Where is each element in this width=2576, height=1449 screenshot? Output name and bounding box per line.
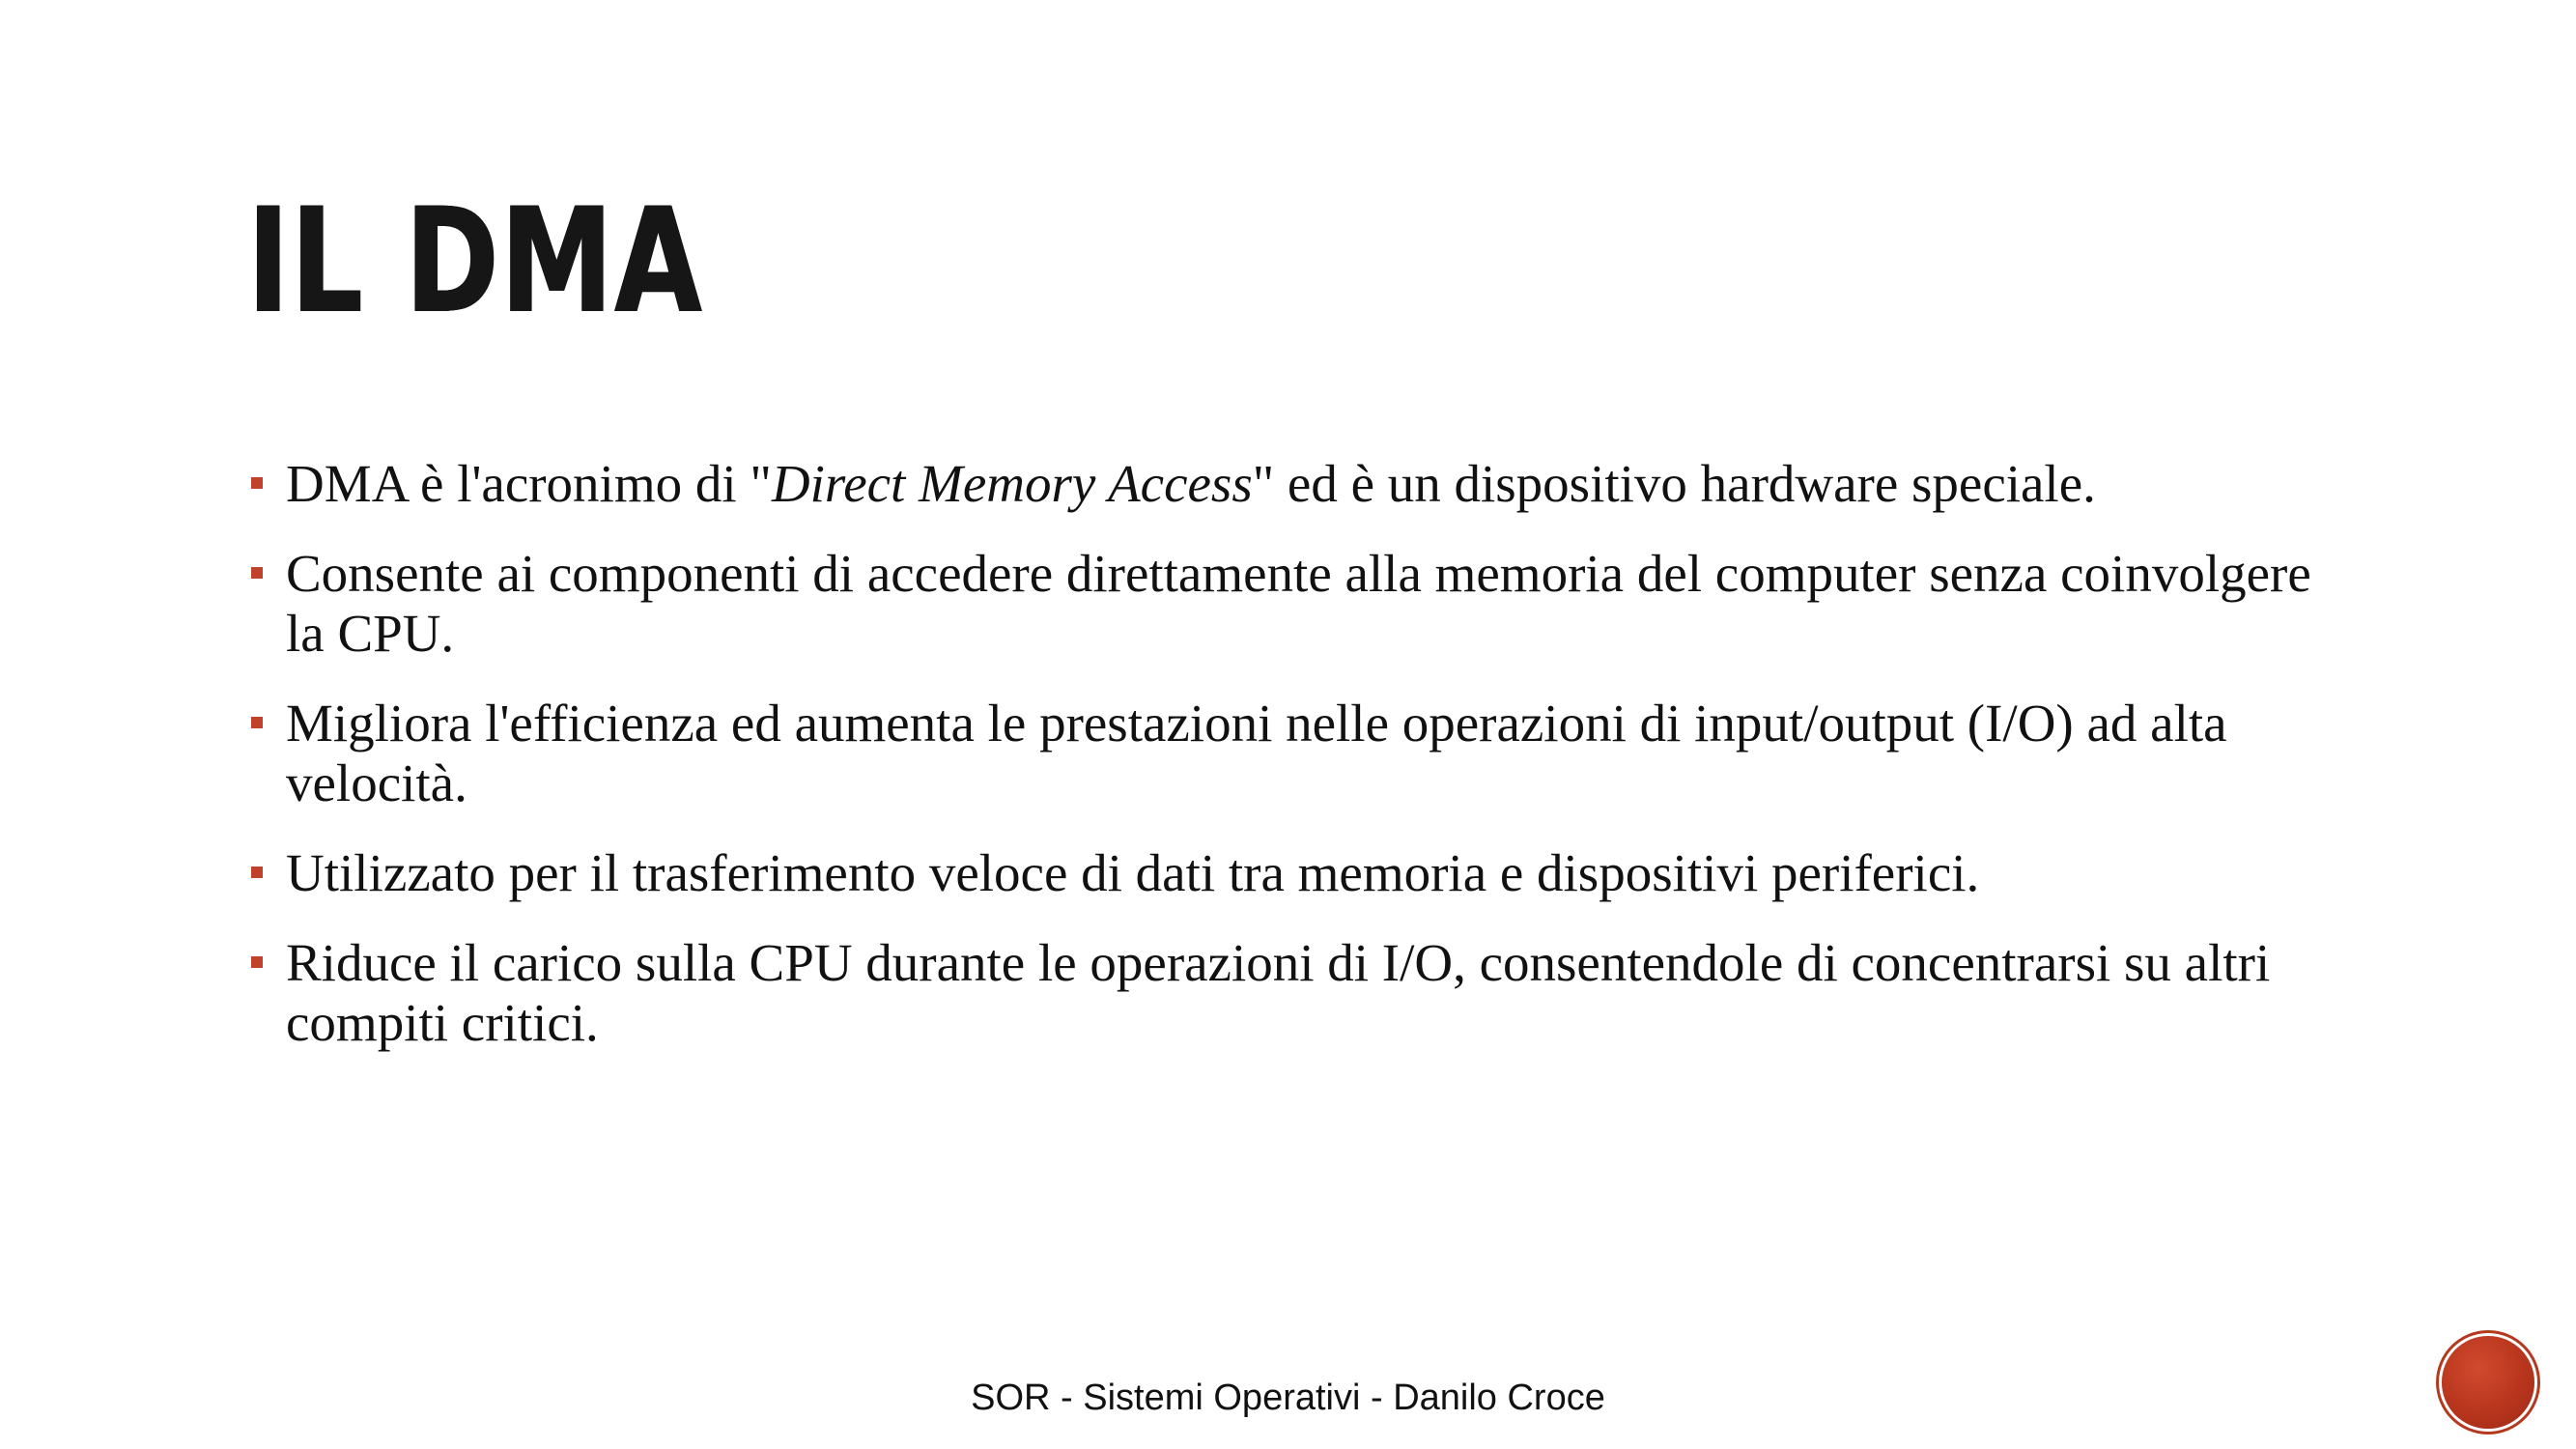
bullet-text-before: DMA è l'acronimo di ": [286, 454, 772, 513]
bullet-text: Consente ai componenti di accedere diret…: [286, 544, 2311, 663]
slide-title: IL DMA: [247, 178, 704, 346]
bullet-text-before: Migliora l'efficienza ed aumenta le pres…: [286, 694, 2227, 812]
square-bullet-icon: [251, 567, 263, 579]
bullet-item: Riduce il carico sulla CPU durante le op…: [247, 933, 2324, 1053]
bullet-item: Migliora l'efficienza ed aumenta le pres…: [247, 694, 2324, 813]
bullet-item: DMA è l'acronimo di "Direct Memory Acces…: [247, 454, 2324, 514]
bullet-text-before: Riduce il carico sulla CPU durante le op…: [286, 933, 2271, 1052]
bullet-text: DMA è l'acronimo di "Direct Memory Acces…: [286, 454, 2096, 513]
bullet-text: Utilizzato per il trasferimento veloce d…: [286, 843, 1979, 902]
square-bullet-icon: [251, 477, 263, 489]
square-bullet-icon: [251, 717, 263, 728]
square-bullet-icon: [251, 867, 263, 878]
slide-footer: SOR - Sistemi Operativi - Danilo Croce: [971, 1378, 1605, 1418]
bullet-text-before: Consente ai componenti di accedere diret…: [286, 544, 2311, 663]
bullet-list: DMA è l'acronimo di "Direct Memory Acces…: [247, 454, 2324, 1083]
bullet-text-before: Utilizzato per il trasferimento veloce d…: [286, 843, 1980, 902]
slide-badge-circle: [2442, 1336, 2534, 1429]
square-bullet-icon: [251, 956, 263, 968]
bullet-text: Riduce il carico sulla CPU durante le op…: [286, 933, 2270, 1052]
bullet-item: Consente ai componenti di accedere diret…: [247, 544, 2324, 664]
bullet-item: Utilizzato per il trasferimento veloce d…: [247, 843, 2324, 903]
bullet-text: Migliora l'efficienza ed aumenta le pres…: [286, 694, 2227, 812]
bullet-text-emphasis: Direct Memory Access: [771, 454, 1253, 513]
bullet-text-after: " ed è un dispositivo hardware speciale.: [1252, 454, 2096, 513]
